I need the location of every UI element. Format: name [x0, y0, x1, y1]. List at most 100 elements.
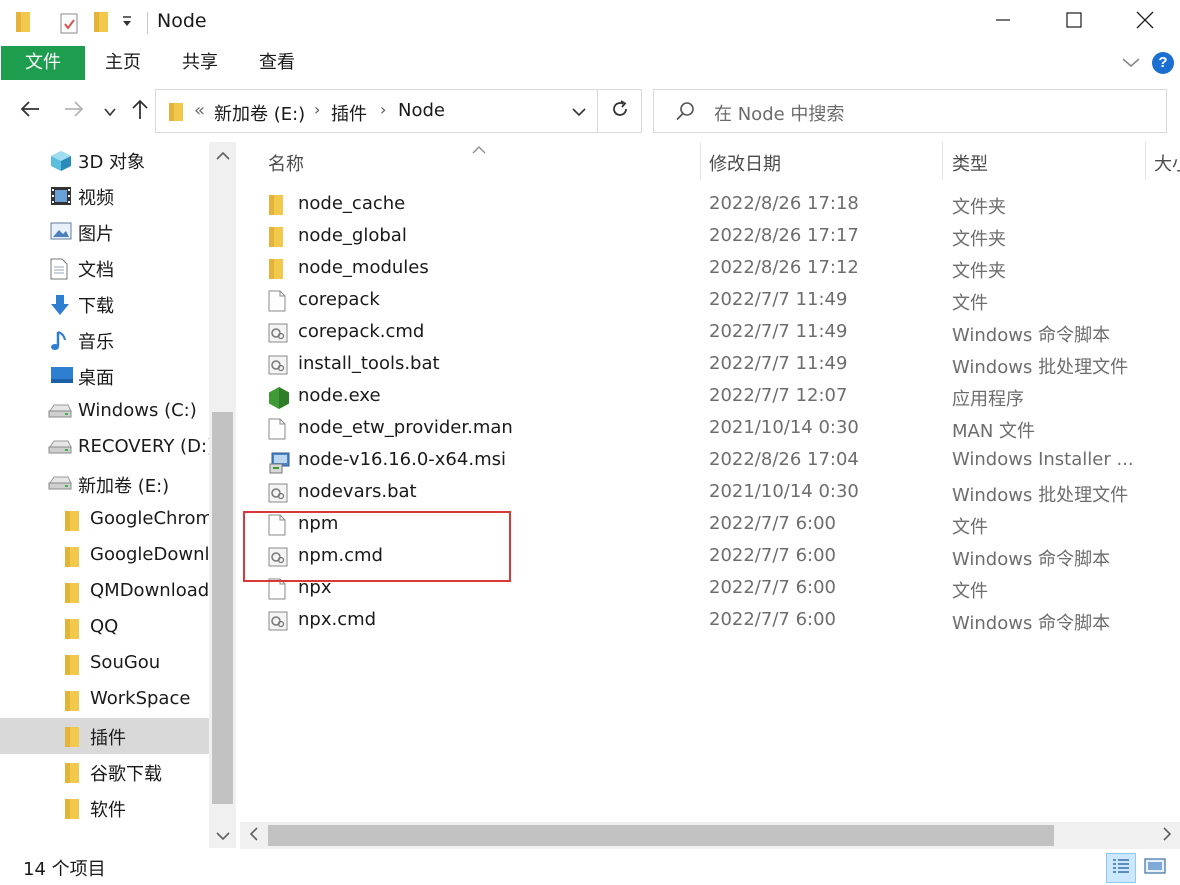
file-type: 文件	[952, 517, 988, 538]
sidebar-item-label: 插件	[90, 728, 126, 749]
sidebar-item[interactable]: 谷歌下载	[0, 754, 209, 790]
column-divider[interactable]	[942, 142, 943, 180]
customize-quick-access-icon[interactable]	[120, 14, 134, 35]
sidebar-item[interactable]: 桌面	[0, 358, 209, 394]
column-header-size[interactable]: 大小	[1154, 150, 1180, 176]
details-view-button[interactable]	[1106, 853, 1136, 883]
file-row[interactable]: install_tools.bat 2022/7/7 11:49 Windows 批…	[240, 350, 1180, 382]
sidebar-item-label: RECOVERY (D:)	[78, 436, 215, 457]
file-row[interactable]: node_modules 2022/8/26 17:12 文件夹	[240, 254, 1180, 286]
search-placeholder: 在 Node 中搜索	[714, 104, 845, 125]
breadcrumb-drive-e[interactable]: 新加卷 (E:)	[214, 100, 305, 126]
file-modified-date: 2022/7/7 11:49	[709, 353, 848, 374]
properties-icon[interactable]	[58, 11, 80, 40]
up-button[interactable]	[126, 96, 154, 126]
large-icons-view-button[interactable]	[1140, 853, 1170, 883]
file-type: MAN 文件	[952, 421, 1036, 442]
column-header-type[interactable]: 类型	[952, 150, 988, 176]
address-bar[interactable]: « 新加卷 (E:) › 插件 › Node	[155, 89, 642, 133]
sidebar-item[interactable]: 音乐	[0, 322, 209, 358]
sidebar-item[interactable]: GoogleDownl	[0, 538, 209, 574]
close-button[interactable]	[1110, 0, 1180, 44]
sidebar-item-label: WorkSpace	[90, 688, 191, 709]
folder-icon	[14, 11, 32, 38]
file-row[interactable]: node_cache 2022/8/26 17:18 文件夹	[240, 190, 1180, 222]
refresh-button[interactable]	[597, 90, 641, 132]
sidebar-item[interactable]: 视频	[0, 178, 209, 214]
maximize-icon	[1066, 11, 1082, 33]
maximize-button[interactable]	[1039, 0, 1109, 44]
sidebar-item[interactable]: 插件	[0, 718, 209, 754]
sidebar-item[interactable]: GoogleChrom	[0, 502, 213, 538]
column-header-name[interactable]: 名称	[268, 150, 304, 176]
sidebar-item[interactable]: SouGou	[0, 646, 209, 682]
chevron-right-icon[interactable]: ›	[380, 100, 386, 119]
chevron-right-icon[interactable]: ›	[314, 100, 320, 119]
column-header-date[interactable]: 修改日期	[709, 150, 781, 176]
sidebar-item[interactable]: Windows (C:)	[0, 394, 209, 430]
script-icon	[268, 610, 288, 637]
sidebar-item[interactable]: 软件	[0, 790, 209, 826]
scroll-thumb[interactable]	[268, 825, 1054, 846]
file-row[interactable]: npx.cmd 2022/7/7 6:00 Windows 命令脚本	[240, 606, 1180, 638]
scroll-right-button[interactable]	[1153, 822, 1180, 849]
sidebar-item[interactable]: WorkSpace	[0, 682, 209, 718]
breadcrumb-overflow[interactable]: «	[194, 100, 205, 121]
sidebar-item[interactable]: 图片	[0, 214, 209, 250]
sidebar-item[interactable]: QMDownload	[0, 574, 209, 610]
file-row[interactable]: node_etw_provider.man 2021/10/14 0:30 MAN …	[240, 414, 1180, 446]
sidebar-item[interactable]: 文档	[0, 250, 209, 286]
chevron-down-icon	[215, 825, 230, 846]
tab-share[interactable]: 共享	[172, 44, 228, 82]
file-row[interactable]: node.exe 2022/7/7 12:07 应用程序	[240, 382, 1180, 414]
scroll-up-button[interactable]	[209, 142, 236, 168]
recent-locations-button[interactable]	[100, 96, 120, 126]
file-row[interactable]: corepack.cmd 2022/7/7 11:49 Windows 命令脚本	[240, 318, 1180, 350]
scroll-down-button[interactable]	[209, 822, 236, 848]
sidebar-item-label: QQ	[90, 616, 119, 637]
file-modified-date: 2022/8/26 17:18	[709, 193, 859, 214]
folder-icon	[268, 194, 284, 221]
scroll-left-button[interactable]	[240, 822, 267, 849]
new-folder-icon[interactable]	[92, 11, 110, 38]
file-row[interactable]: corepack 2022/7/7 11:49 文件	[240, 286, 1180, 318]
forward-button[interactable]	[58, 96, 90, 126]
search-box[interactable]: 在 Node 中搜索	[653, 89, 1167, 133]
nav-scrollbar[interactable]	[209, 142, 236, 848]
file-type: Windows 命令脚本	[952, 549, 1111, 570]
sidebar-item[interactable]: RECOVERY (D:)	[0, 430, 214, 466]
column-divider[interactable]	[700, 142, 701, 180]
file-list-scrollbar[interactable]	[240, 822, 1180, 849]
script-icon	[268, 354, 288, 381]
documents-icon	[50, 258, 68, 285]
tab-view[interactable]: 查看	[249, 44, 305, 82]
annotation-highlight-box	[243, 511, 511, 582]
breadcrumb-plugins[interactable]: 插件	[331, 100, 367, 126]
expand-ribbon-icon[interactable]	[1120, 52, 1142, 77]
sidebar-item[interactable]: 下载	[0, 286, 209, 322]
sidebar-item[interactable]: 3D 对象	[0, 142, 209, 178]
minimize-button[interactable]	[968, 0, 1038, 44]
file-row[interactable]: node_global 2022/8/26 17:17 文件夹	[240, 222, 1180, 254]
file-modified-date: 2022/8/26 17:04	[709, 449, 859, 470]
folder-icon	[64, 618, 80, 645]
column-divider[interactable]	[1145, 142, 1146, 180]
tab-file[interactable]: 文件	[1, 46, 85, 80]
video-icon	[50, 186, 72, 211]
address-history-button[interactable]	[561, 90, 597, 132]
folder-icon	[64, 762, 80, 789]
tab-home[interactable]: 主页	[95, 44, 151, 82]
breadcrumb-node[interactable]: Node	[398, 100, 445, 121]
help-icon[interactable]: ?	[1152, 52, 1174, 74]
3d-objects-icon	[50, 150, 72, 177]
file-row[interactable]: node-v16.16.0-x64.msi 2022/8/26 17:04 Wind…	[240, 446, 1180, 478]
back-button[interactable]	[14, 96, 46, 126]
ribbon: 文件 主页 共享 查看 ?	[0, 44, 1180, 82]
file-name: corepack	[298, 289, 380, 310]
folder-icon	[64, 798, 80, 825]
file-modified-date: 2022/8/26 17:17	[709, 225, 859, 246]
sidebar-item[interactable]: 新加卷 (E:)	[0, 466, 209, 502]
sidebar-item[interactable]: QQ	[0, 610, 209, 646]
scroll-thumb[interactable]	[212, 412, 233, 804]
file-row[interactable]: nodevars.bat 2021/10/14 0:30 Windows 批处理文件	[240, 478, 1180, 510]
